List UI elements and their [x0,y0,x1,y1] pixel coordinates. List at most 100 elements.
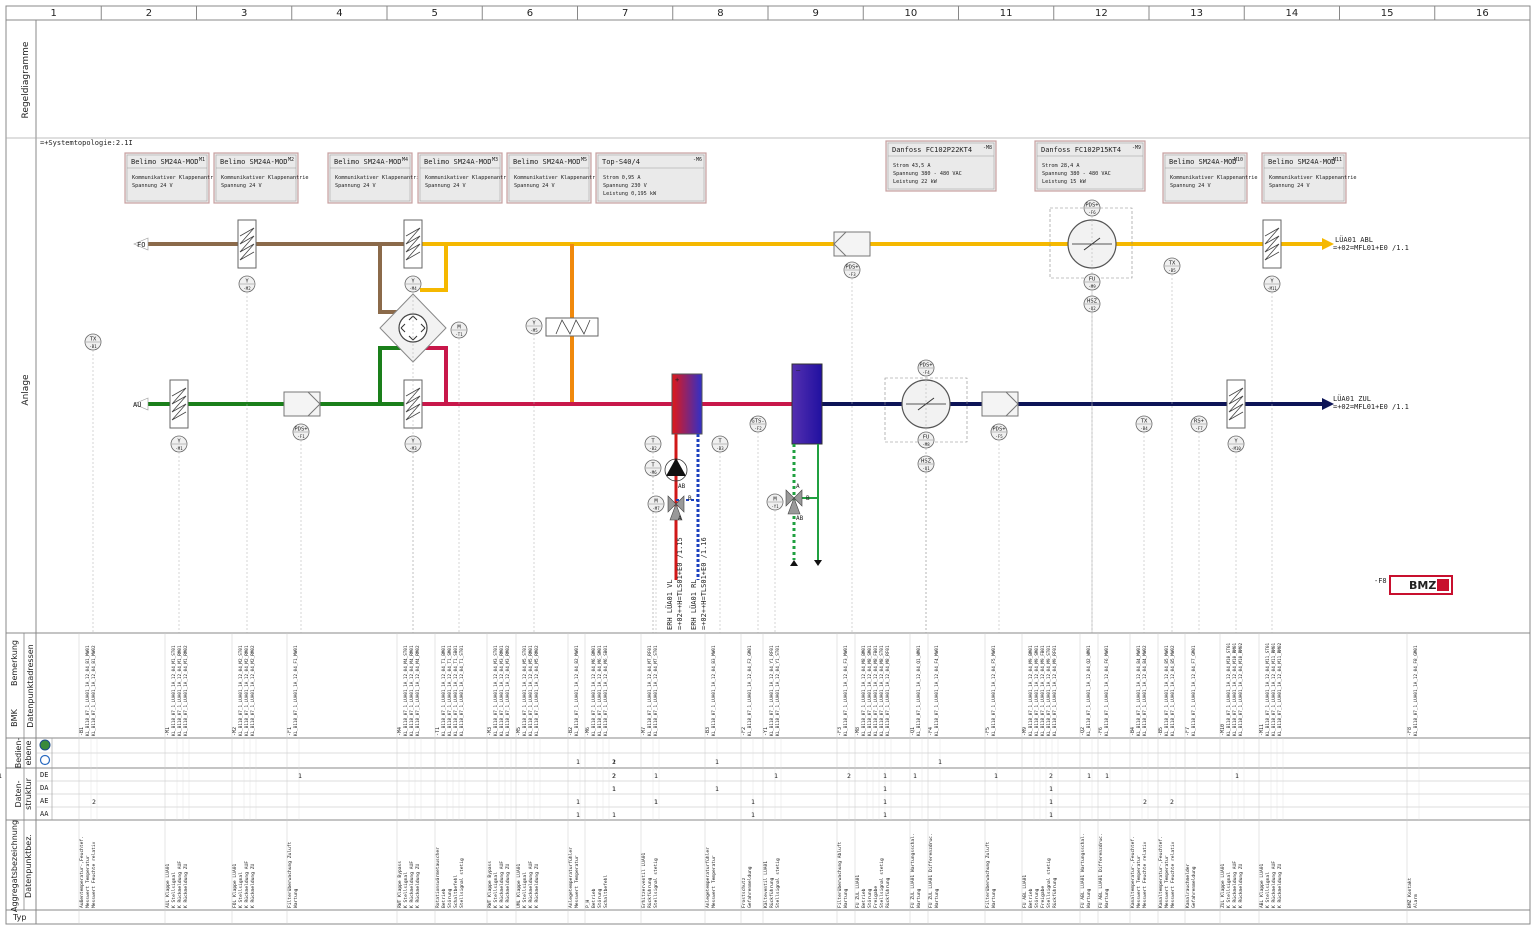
sensor-b2[interactable]: T-B2 [644,435,662,453]
sensor-m2[interactable]: Y-M2 [238,275,256,293]
dp-item: Messwert Feuchte relativ [1170,841,1176,908]
device-box[interactable]: Belimo SM24A-MOD-M5 Kommunikativer Klappe… [506,152,601,204]
sensor-type: PDS+ [294,427,308,433]
row-label-regeldiagramme: Regeldiagramme [21,41,31,118]
sensor-tag: -F4 [922,370,930,375]
sensor-t1[interactable]: M-T1 [450,321,468,339]
device-name: Belimo SM24A-MOD [1268,158,1335,166]
device-box[interactable]: Belimo SM24A-MOD-M1 Kommunikativer Klappe… [124,152,219,204]
device-line3: Leistung 15 kW [1042,179,1087,185]
sensor-m4[interactable]: Y-M4 [404,275,422,293]
filter-f1[interactable] [283,391,321,417]
label-rl-ref: =+02++H=TLS01+E0 /1.16 [700,537,708,630]
device-name: Danfoss FC102P15KT4 [1041,146,1121,154]
sensor-tag: -F7 [1195,426,1203,431]
device-box[interactable]: Belimo SM24A-MOD-M2 Kommunikativer Klappe… [213,152,308,204]
dp-item: K Stellsignal [493,872,499,908]
sensor-q1[interactable]: HSZ-Q1 [917,455,935,473]
bmz-box[interactable]: BMZ [1389,575,1453,595]
column-number: 6 [527,8,533,19]
dp-address: KL_B118_07_1_LUA01_1A_12_04_M9_SM01 [1034,645,1040,736]
sensor-b3[interactable]: T-B3 [711,435,729,453]
sensor-type: GTS- [751,419,764,425]
dp-address: KL_B118_07_1_LUA01_1A_12_04_M8_BM01 [861,645,867,736]
sensor-tag: -M3 [409,446,417,451]
sensor-m10[interactable]: Y-M10 [1227,435,1245,453]
device-box[interactable]: Belimo SM24A-MOD-M3 Kommunikativer Klappe… [417,152,512,204]
damper-m10[interactable] [1226,379,1246,429]
damper-m5[interactable] [545,317,599,337]
filter-f5[interactable] [981,391,1019,417]
dp-bmk: -M4 [397,727,403,736]
dp-item: K Rückmeldung ZU [1277,864,1283,908]
sensor-m5[interactable]: Y-M5 [525,317,543,335]
sensor-q2[interactable]: HSZ-Q2 [1083,295,1101,313]
sensor-f3[interactable]: PDS+-F3 [843,261,861,279]
sensor-m8[interactable]: FU-M8 [917,431,935,449]
column-number: 8 [717,8,723,19]
sensor-y1[interactable]: M-Y1 [766,493,784,511]
dp-bmk: -M8 [855,727,861,736]
dp-item: K Stellsignal [171,872,177,908]
dp-item: Rückführung [885,877,891,908]
sensor-tag: -F2 [754,426,762,431]
dp-item: Stellsignal stetig [1046,858,1052,908]
dp-address: KL_B118_07_1_LUA01_1A_12_04_B3_MW01 [711,645,717,736]
sensor-m6[interactable]: T-M6 [644,459,662,477]
dp-bmk: -F2 [741,727,747,736]
sensor-f7[interactable]: RS+-F7 [1190,415,1208,433]
sensor-m3[interactable]: Y-M3 [404,435,422,453]
device-box[interactable]: Belimo SM24A-MOD-M10 Kommunikativer Klapp… [1162,152,1257,204]
sensor-tag: -M7 [652,506,660,511]
sensor-type: PDS+ [845,265,859,271]
dp-address: KL_B118_07_1_LUA01_1A_12_04_M2_ST01 [238,645,244,736]
sensor-b1[interactable]: TX-B1 [84,333,102,351]
sensor-f5[interactable]: PDS+-F5 [990,423,1008,441]
sensor-f4[interactable]: PDS+-F4 [917,359,935,377]
valve-cooling-a: A [796,483,800,490]
count-value: 1 [1235,772,1239,780]
row-label-bemerkung: Bemerkung [10,640,19,686]
sensor-type: RS+ [1194,419,1205,425]
dp-address: KL_B118_07_1_LUA01_1A_12_04_T1_BM01 [441,645,447,736]
dp-item: K Rückmeldung ZU [250,864,256,908]
sensor-m9[interactable]: FU-M9 [1083,273,1101,291]
pump-icon[interactable] [666,458,686,476]
device-box[interactable]: Top-S40/4 -M6 Strom 0,95 A Spannung 230 V Le… [595,152,707,204]
dp-item: K Rückmeldung AUF [409,861,415,908]
dp-item: K Stellsignal [238,872,244,908]
heating-coil[interactable]: + [671,373,703,435]
sensor-f1[interactable]: PDS+-F1 [292,423,310,441]
dp-bmk: -B2 [568,727,574,736]
cooling-coil[interactable]: – [791,363,823,445]
sensor-tag: -M10 [1231,446,1241,451]
sensor-m7[interactable]: M-M7 [647,495,665,513]
column-number: 10 [905,8,918,19]
row-label-bedienebene-a: Bedien- [14,738,23,769]
damper-m1[interactable] [169,379,189,429]
sheet-frame [5,5,1531,925]
sensor-m11[interactable]: Y-M11 [1263,275,1281,293]
dp-address: KL_B118_07_1_LUA01_1A_12_04_M7_ST01 [653,645,659,736]
damper-m2[interactable] [237,219,257,269]
damper-m11[interactable] [1262,219,1282,269]
filter-f3[interactable] [833,231,871,257]
sensor-b4[interactable]: TX-B4 [1135,415,1153,433]
device-box[interactable]: Danfoss FC102P22KT4 -M8 Strom 43,5 A Spannu… [885,140,997,192]
device-box[interactable]: Belimo SM24A-MOD-M4 Kommunikativer Klappe… [327,152,422,204]
device-box[interactable]: Belimo SM24A-MOD-M11 Kommunikativer Klapp… [1261,152,1356,204]
dp-aggregate: Filterüberwachung Zuluft [287,841,293,908]
sensor-b5[interactable]: TX-B5 [1163,257,1181,275]
sensor-f6[interactable]: PDS+-F6 [1083,199,1101,217]
row-label-aggregatsbezeichnung: Aggregatsbezeichnung [10,820,19,912]
device-boxes: Belimo SM24A-MOD-M1Kommunikativer Klappe… [124,140,1356,204]
dp-aggregate: FU ZUL LUA01 [855,875,861,908]
column-number: 5 [431,8,437,19]
dp-aggregate: Rotationswärmetauscher [435,847,441,908]
damper-m4[interactable] [403,219,423,269]
device-box[interactable]: Danfoss FC102P15KT4 -M9 Strom 28,4 A Spannu… [1034,140,1146,192]
sensor-m1[interactable]: Y-M1 [170,435,188,453]
dp-bmk: -M3 [487,727,493,736]
sensor-f2[interactable]: GTS--F2 [749,415,767,433]
row-label-da: DA [40,784,49,792]
